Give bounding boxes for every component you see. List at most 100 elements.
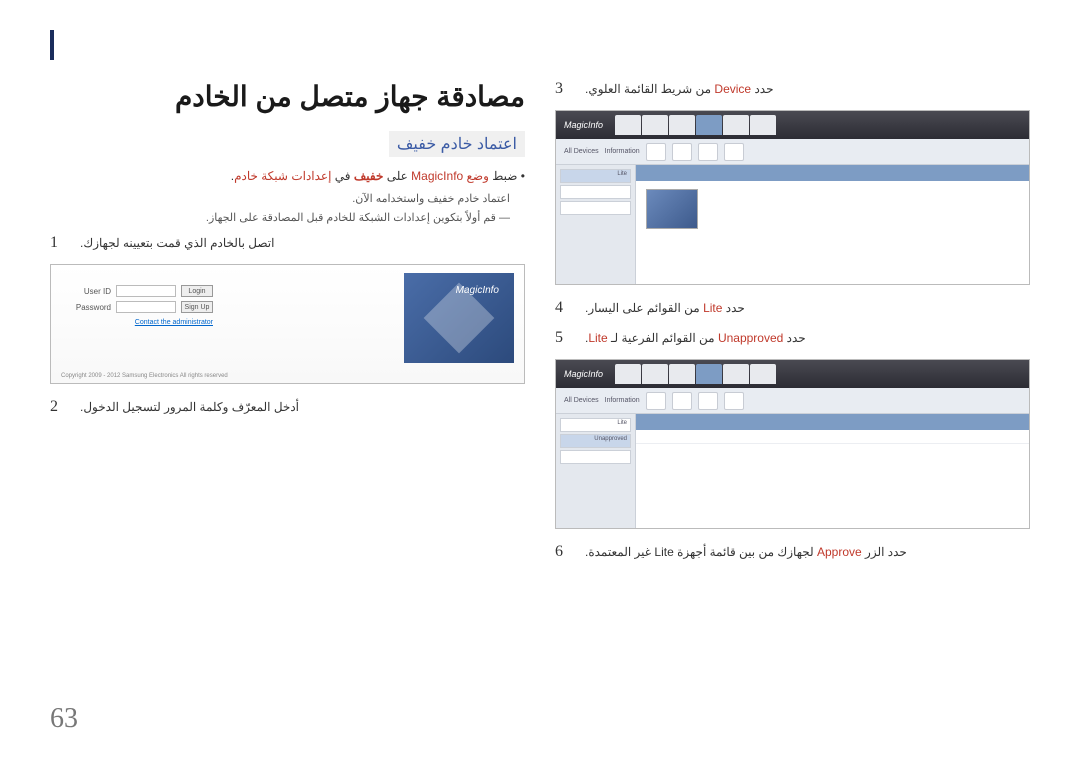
tab-2-6[interactable] <box>750 364 776 384</box>
side-lite-1[interactable]: Lite <box>560 169 631 183</box>
approve-bullet: اعتماد خادم خفيف واستخدامه الآن. <box>50 192 510 205</box>
app-logo-1: MagicInfo <box>564 120 603 130</box>
step-3-post: من شريط القائمة العلوي. <box>585 82 714 96</box>
tab-1[interactable] <box>615 115 641 135</box>
main-title: مصادقة جهاز متصل من الخادم <box>50 80 525 113</box>
step-3-num: 3 <box>555 80 573 98</box>
right-column: مصادقة جهاز متصل من الخادم اعتماد خادم خ… <box>50 80 525 573</box>
step-5-pre: حدد <box>783 331 805 345</box>
step-4-post: من القوائم على اليسار. <box>585 301 703 315</box>
userid-input[interactable] <box>116 285 176 297</box>
app-header-1: MagicInfo <box>556 111 1029 139</box>
step-5-post: من القوائم الفرعية لـ <box>608 331 718 345</box>
userid-label: User ID <box>71 287 111 296</box>
sub-title: اعتماد خادم خفيف <box>389 131 525 157</box>
tab-device[interactable] <box>696 115 722 135</box>
dash-bullet: ― قم أولاً بتكوين إعدادات الشبكة للخادم … <box>50 211 510 224</box>
sidebar-2: Lite Unapproved <box>556 414 636 528</box>
step-4-pre: حدد <box>722 301 744 315</box>
tab-2-device[interactable] <box>696 364 722 384</box>
tool-btn-2-1[interactable] <box>646 392 666 410</box>
device-screenshot-1: MagicInfo All Devices Information <box>555 110 1030 285</box>
config-light: خفيف <box>354 169 384 183</box>
step-3-pre: حدد <box>751 82 773 96</box>
device-thumbnail[interactable] <box>646 189 698 229</box>
dash-net: إعدادات الشبكة <box>359 212 430 224</box>
step-5-kw: Unapproved <box>718 331 783 345</box>
step-4-kw: Lite <box>703 301 722 315</box>
corner-accent <box>50 30 54 60</box>
password-label: Password <box>71 303 111 312</box>
tab-2-3[interactable] <box>669 364 695 384</box>
tab-2-1[interactable] <box>615 364 641 384</box>
config-mode: وضع MagicInfo <box>411 169 489 183</box>
login-button[interactable]: Login <box>181 285 213 297</box>
config-mid: على <box>383 169 411 183</box>
config-bullet: • ضبط وضع MagicInfo على خفيف في إعدادات … <box>50 167 525 186</box>
side-lite-2[interactable]: Lite <box>560 418 631 432</box>
step-6-pre: حدد الزر <box>862 545 907 559</box>
step-3: 3 حدد Device من شريط القائمة العلوي. <box>555 80 1030 98</box>
dash-post: للخادم قبل المصادقة على الجهاز. <box>206 212 359 224</box>
app-header-2: MagicInfo <box>556 360 1029 388</box>
side-unapproved[interactable]: Unapproved <box>560 434 631 448</box>
step-5-num: 5 <box>555 329 573 347</box>
login-brand-panel: MagicInfo <box>404 273 514 363</box>
login-form: User ID Login Password Sign Up Contact t… <box>71 285 213 326</box>
tool-btn-1[interactable] <box>646 143 666 161</box>
step-6-text: حدد الزر Approve لجهازك من بين قائمة أجه… <box>585 543 907 561</box>
step-2-num: 2 <box>50 398 68 416</box>
app-toolbar-1: All Devices Information <box>556 139 1029 165</box>
data-header-1 <box>636 165 1029 181</box>
step-3-kw: Device <box>714 82 751 96</box>
step-6-kw: Approve <box>817 545 862 559</box>
step-1-text: اتصل بالخادم الذي قمت بتعيينه لجهازك. <box>80 234 274 252</box>
tool-btn-3[interactable] <box>698 143 718 161</box>
step-2-text: أدخل المعرّف وكلمة المرور لتسجيل الدخول. <box>80 398 299 416</box>
data-header-2 <box>636 414 1029 430</box>
login-logo: MagicInfo <box>456 285 499 296</box>
main-area-2 <box>636 414 1029 528</box>
device-screenshot-2: MagicInfo All Devices Information <box>555 359 1030 529</box>
tool-btn-4[interactable] <box>724 143 744 161</box>
tab-2-2[interactable] <box>642 364 668 384</box>
step-6-post: لجهازك من بين قائمة أجهزة Lite غير المعت… <box>585 545 817 559</box>
side-item-1a[interactable] <box>560 185 631 199</box>
step-2: 2 أدخل المعرّف وكلمة المرور لتسجيل الدخو… <box>50 398 525 416</box>
password-input[interactable] <box>116 301 176 313</box>
app-toolbar-2: All Devices Information <box>556 388 1029 414</box>
tab-5[interactable] <box>723 115 749 135</box>
signup-button[interactable]: Sign Up <box>181 301 213 313</box>
toolbar-label-1b: Information <box>605 148 640 155</box>
config-in: في <box>331 169 353 183</box>
side-item-2a[interactable] <box>560 450 631 464</box>
step-5: 5 حدد Unapproved من القوائم الفرعية لـ L… <box>555 329 1030 347</box>
step-1: 1 اتصل بالخادم الذي قمت بتعيينه لجهازك. <box>50 234 525 252</box>
data-row-1[interactable] <box>636 430 1029 444</box>
step-5-text: حدد Unapproved من القوائم الفرعية لـ Lit… <box>585 329 806 347</box>
app-body-2: Lite Unapproved <box>556 414 1029 528</box>
approve-post: واستخدامه الآن. <box>352 193 427 205</box>
tool-btn-2-2[interactable] <box>672 392 692 410</box>
tool-btn-2-4[interactable] <box>724 392 744 410</box>
content-columns: مصادقة جهاز متصل من الخادم اعتماد خادم خ… <box>50 80 1030 573</box>
tool-btn-2-3[interactable] <box>698 392 718 410</box>
app-tabs-2 <box>615 364 776 384</box>
login-userid-row: User ID Login <box>71 285 213 297</box>
dash-pre: ― قم أولاً بتكوين <box>430 212 510 224</box>
app-tabs-1 <box>615 115 776 135</box>
toolbar-label-2b: Information <box>605 397 640 404</box>
tab-2-5[interactable] <box>723 364 749 384</box>
step-1-num: 1 <box>50 234 68 252</box>
app-body-1: Lite <box>556 165 1029 284</box>
tab-6[interactable] <box>750 115 776 135</box>
side-item-1b[interactable] <box>560 201 631 215</box>
tool-btn-2[interactable] <box>672 143 692 161</box>
approve-light: خفيف <box>427 193 454 205</box>
page-number: 63 <box>50 703 78 735</box>
tab-2[interactable] <box>642 115 668 135</box>
admin-link[interactable]: Contact the administrator <box>71 319 213 326</box>
tab-3[interactable] <box>669 115 695 135</box>
step-6: 6 حدد الزر Approve لجهازك من بين قائمة أ… <box>555 543 1030 561</box>
config-net: إعدادات شبكة خادم <box>234 169 331 183</box>
